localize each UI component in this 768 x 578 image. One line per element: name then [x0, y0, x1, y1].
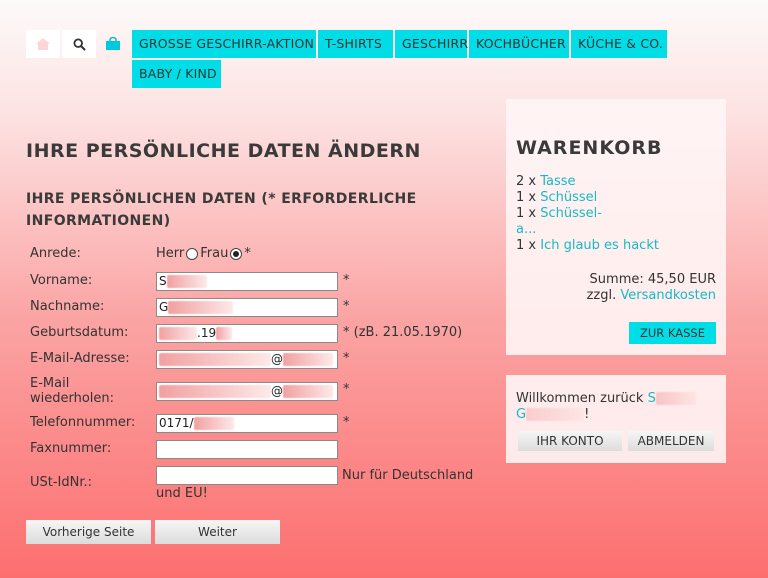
home-button[interactable]: [26, 30, 60, 58]
shipping-costs-link[interactable]: Versandkosten: [620, 288, 716, 303]
ustid-label: USt-IdNr.:: [30, 475, 93, 490]
vorname-value: S: [159, 274, 167, 288]
section-title: IHRE PERSÖNLICHEN DATEN (* ERFORDERLICHE…: [26, 191, 417, 229]
account-panel: Willkommen zurück S G! IHR KONTO ABMELDE…: [506, 375, 726, 463]
cart-item-link[interactable]: Tasse: [540, 174, 575, 189]
cart-item-qty: 1 x: [516, 206, 537, 221]
redacted-text: [283, 385, 333, 398]
redacted-text: [159, 353, 271, 366]
vorname-label: Vorname:: [30, 273, 93, 288]
redacted-text: [283, 353, 333, 366]
nav-item-baby-kind[interactable]: BABY / KIND: [132, 60, 221, 88]
nav-item-kueche[interactable]: KÜCHE & CO.: [571, 30, 667, 58]
telefon-required-mark: *: [343, 415, 350, 430]
email-repeat-label-line2: wiederholen:: [30, 391, 115, 406]
cart-title: WARENKORB: [516, 137, 663, 159]
cart-item-link[interactable]: Schüssel: [540, 190, 597, 205]
radio-frau-label: Frau: [200, 246, 229, 261]
cart-item-qty: 1 x: [516, 238, 537, 253]
page-title: IHRE PERSÖNLICHE DATEN ÄNDERN: [26, 140, 421, 162]
redacted-text: [655, 392, 696, 405]
cart-item-qty: 1 x: [516, 190, 537, 205]
welcome-text: Willkommen zurück: [516, 391, 644, 406]
fax-label: Faxnummer:: [30, 441, 112, 456]
nav-item-geschirr-aktion[interactable]: GROSSE GESCHIRR-AKTION: [132, 30, 316, 58]
cart-panel: WARENKORB 2 x Tasse 1 x Schüssel 1 x Sch…: [506, 99, 726, 355]
cart-sum: Summe: 45,50 EUR: [589, 272, 716, 287]
home-icon: [35, 37, 51, 51]
telefon-value: 0171/: [159, 416, 194, 430]
nachname-field[interactable]: G: [156, 298, 338, 317]
email-repeat-value: @: [271, 384, 283, 398]
redacted-text: [159, 327, 197, 340]
next-button[interactable]: Weiter: [155, 520, 280, 544]
my-account-button[interactable]: IHR KONTO: [518, 431, 622, 451]
previous-page-button[interactable]: Vorherige Seite: [26, 520, 151, 544]
nav-item-tshirts[interactable]: T-SHIRTS: [318, 30, 393, 58]
cart-item: 1 x Ich glaub es hackt: [516, 238, 716, 254]
cart-summary: Summe: 45,50 EUR zzgl. Versandkosten: [587, 272, 716, 304]
email-value: @: [271, 352, 283, 366]
cart-item: 1 x Schüssel: [516, 190, 716, 206]
shipping-line: zzgl. Versandkosten: [587, 288, 716, 304]
geburtsdatum-hint: * (zB. 21.05.1970): [343, 325, 463, 340]
shopping-bag-icon: [105, 37, 121, 51]
radio-herr[interactable]: [186, 247, 199, 260]
cart-item-qty: 2 x: [516, 174, 537, 189]
email-repeat-label-line1: E-Mail: [30, 376, 70, 391]
radio-herr-label: Herr: [156, 246, 185, 261]
geburtsdatum-label: Geburtsdatum:: [30, 325, 129, 340]
nav-item-kochbuecher[interactable]: KOCHBÜCHER: [469, 30, 569, 58]
search-button[interactable]: [62, 30, 96, 58]
redacted-text: [166, 275, 207, 288]
email-repeat-required-mark: *: [343, 382, 350, 397]
cart-item-list: 2 x Tasse 1 x Schüssel 1 x Schüssel-a...…: [516, 174, 716, 254]
email-label: E-Mail-Adresse:: [30, 351, 130, 366]
redacted-text: [526, 408, 585, 421]
vorname-required-mark: *: [343, 273, 350, 288]
geburtsdatum-field[interactable]: .19: [156, 324, 338, 343]
user-first-name[interactable]: S: [648, 391, 656, 406]
search-icon: [72, 37, 86, 51]
telefon-field[interactable]: 0171/: [156, 414, 338, 433]
telefon-label: Telefonnummer:: [30, 415, 136, 430]
email-repeat-field[interactable]: @: [156, 382, 338, 401]
redacted-text: [193, 417, 234, 430]
cart-item-link[interactable]: Ich glaub es hackt: [540, 238, 659, 253]
nachname-required-mark: *: [343, 299, 350, 314]
salutation-label: Anrede:: [30, 246, 81, 261]
welcome-exclamation: !: [584, 407, 590, 422]
user-last-name[interactable]: G: [516, 407, 526, 422]
redacted-text: [216, 327, 233, 340]
radio-frau[interactable]: [230, 247, 243, 260]
redacted-text: [168, 301, 234, 314]
fax-field[interactable]: [156, 440, 338, 459]
cart-item: 2 x Tasse: [516, 174, 716, 190]
email-field[interactable]: @: [156, 350, 338, 369]
nachname-value: G: [159, 300, 169, 314]
email-required-mark: *: [343, 351, 350, 366]
salutation-required-mark: *: [244, 246, 251, 261]
cart-button[interactable]: [96, 30, 130, 58]
logout-button[interactable]: ABMELDEN: [628, 431, 714, 451]
ustid-note: Nur für Deutschland und EU!: [156, 468, 474, 501]
nachname-label: Nachname:: [30, 299, 105, 314]
vorname-field[interactable]: S: [156, 272, 338, 291]
redacted-text: [159, 385, 271, 398]
salutation-radio-group: Herr Frau *: [156, 246, 251, 261]
cart-item: 1 x Schüssel-a...: [516, 206, 616, 238]
checkout-button[interactable]: ZUR KASSE: [629, 322, 716, 344]
geburtsdatum-value: .19: [197, 326, 217, 340]
welcome-message: Willkommen zurück S G!: [516, 391, 716, 423]
email-repeat-label: E-Mail wiederholen:: [30, 376, 114, 406]
nav-item-geschirr[interactable]: GESCHIRR: [395, 30, 468, 58]
shipping-prefix: zzgl.: [586, 288, 617, 303]
